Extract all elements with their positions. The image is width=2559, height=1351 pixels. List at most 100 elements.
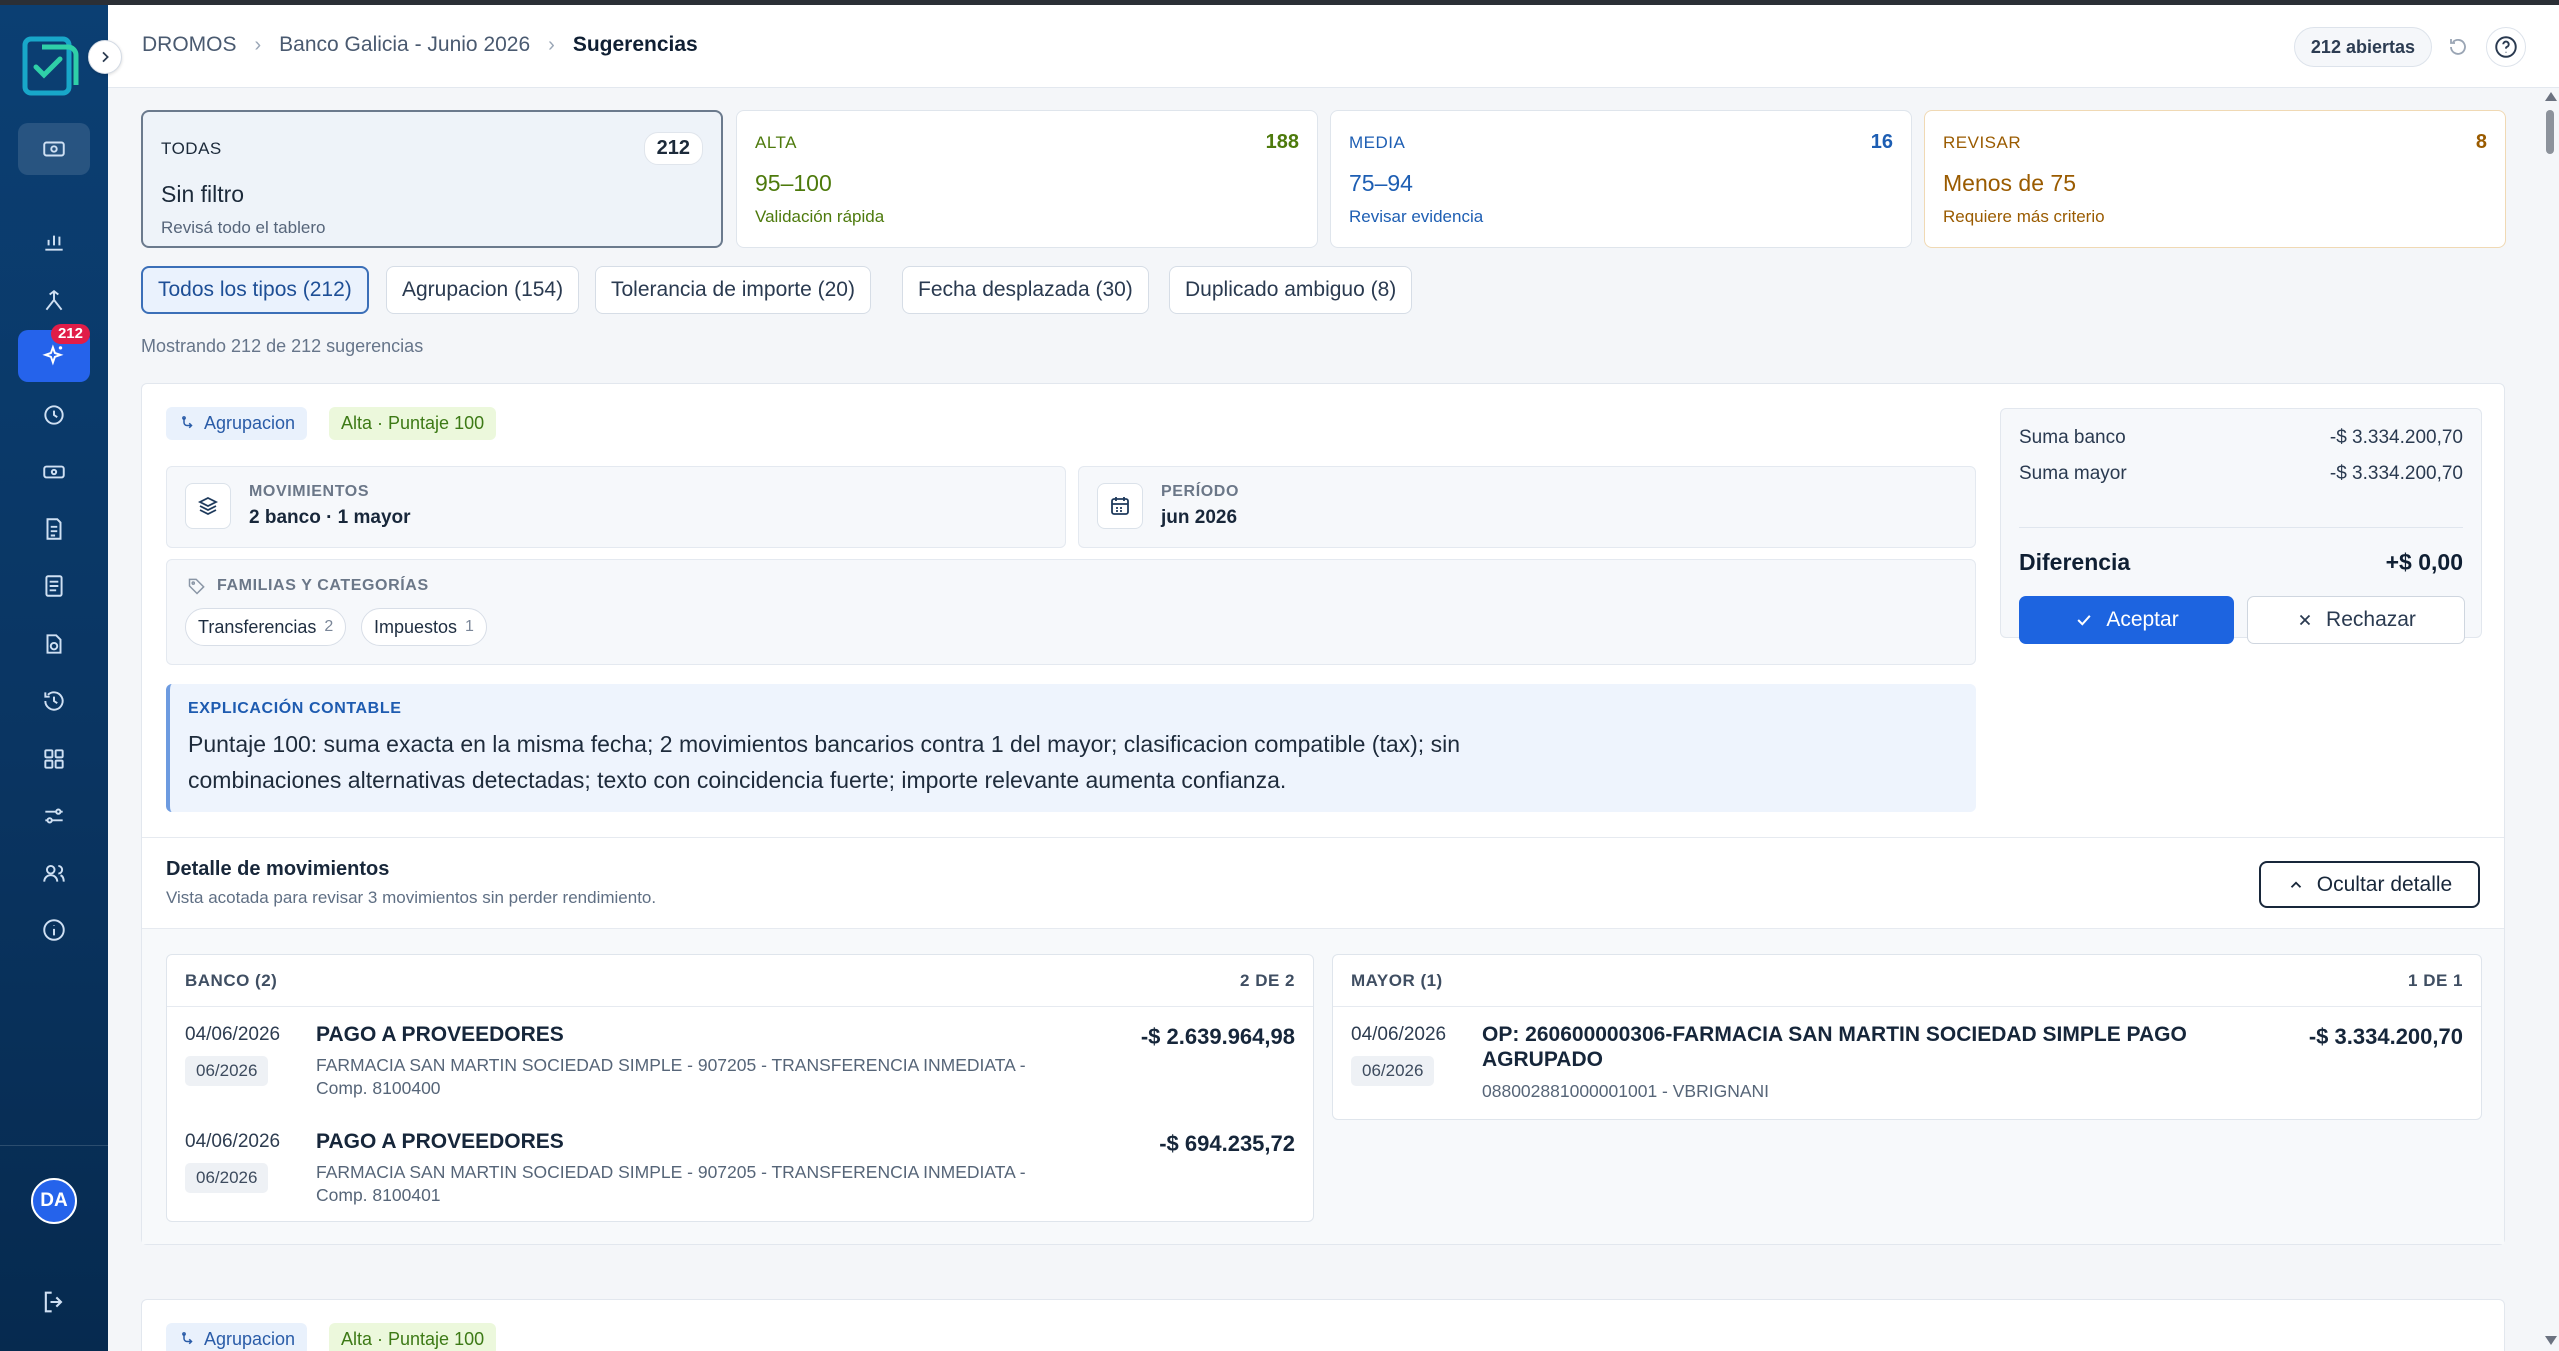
filter-card-todas[interactable]: TODAS 212 Sin filtro Revisá todo el tabl… — [141, 110, 723, 248]
sum-mayor-value: -$ 3.334.200,70 — [2329, 463, 2463, 484]
mayor-panel-count: 1 DE 1 — [2408, 970, 2463, 990]
sidebar-item-banks[interactable] — [18, 123, 90, 175]
scroll-thumb[interactable] — [2546, 110, 2554, 154]
hide-detail-button[interactable]: Ocultar detalle — [2259, 861, 2480, 908]
type-chip-fecha[interactable]: Fecha desplazada (30) — [902, 266, 1149, 314]
mayor-panel-title: MAYOR (1) — [1351, 970, 1443, 990]
type-tag: Agrupacion — [166, 407, 308, 440]
movement-title: PAGO A PROVEEDORES — [316, 1023, 564, 1046]
breadcrumb-separator-icon: › — [548, 33, 555, 56]
filter-label: ALTA — [755, 132, 797, 152]
periodo-box: PERÍODO jun 2026 — [1078, 466, 1976, 548]
filter-subtitle: Requiere más criterio — [1943, 207, 2105, 226]
user-avatar[interactable]: DA — [31, 1178, 77, 1224]
type-tag-label: Agrupacion — [204, 1329, 296, 1349]
sidebar-item-reports[interactable] — [18, 215, 90, 267]
type-tag-label: Agrupacion — [204, 413, 296, 433]
bank-panel-header: BANCO (2) 2 DE 2 — [167, 955, 1313, 1007]
sidebar-item-suggestions[interactable]: 212 — [18, 324, 90, 382]
movement-amount: -$ 694.235,72 — [1159, 1131, 1295, 1156]
bank-movement-row[interactable]: 04/06/2026 06/2026 PAGO A PROVEEDORES FA… — [167, 1115, 1313, 1215]
scroll-up-arrow-icon[interactable] — [2545, 92, 2557, 101]
detail-header: Detalle de movimientos Vista acotada par… — [142, 837, 2504, 929]
tag-icon — [188, 578, 205, 595]
type-chip-duplicado[interactable]: Duplicado ambiguo (8) — [1169, 266, 1413, 314]
sidebar-item-past[interactable] — [18, 675, 90, 727]
families-label-row: FAMILIAS Y CATEGORÍAS — [187, 576, 429, 596]
family-chip-name: Impuestos — [374, 616, 458, 637]
sidebar-item-invoices[interactable] — [18, 503, 90, 555]
movement-period: 06/2026 — [185, 1056, 269, 1086]
top-header: DROMOS › Banco Galicia - Junio 2026 › Su… — [108, 5, 2559, 88]
sidebar-collapse-button[interactable] — [88, 40, 122, 74]
scroll-down-arrow-icon[interactable] — [2545, 1336, 2557, 1345]
breadcrumb-root[interactable]: DROMOS — [142, 33, 237, 57]
mayor-panel-header: MAYOR (1) 1 DE 1 — [1333, 955, 2481, 1007]
accept-label: Aceptar — [2106, 608, 2179, 631]
page-scrollbar[interactable] — [2541, 88, 2559, 1351]
results-count-text: Mostrando 212 de 212 sugerencias — [141, 336, 424, 356]
sidebar-item-merge[interactable] — [18, 275, 90, 327]
sidebar-item-money[interactable] — [18, 446, 90, 498]
sparkle-icon — [42, 344, 64, 366]
sidebar-item-rotate[interactable] — [18, 618, 90, 670]
filter-label: TODAS — [161, 138, 222, 158]
type-chip-all[interactable]: Todos los tipos (212) — [141, 266, 369, 314]
filter-count: 8 — [2475, 131, 2487, 153]
sidebar-item-users[interactable] — [18, 847, 90, 899]
help-button[interactable] — [2486, 27, 2526, 67]
sum-mayor-label: Suma mayor — [2019, 463, 2127, 484]
filter-subtitle: Revisá todo el tablero — [161, 218, 326, 237]
open-count-badge: 212 abiertas — [2293, 27, 2432, 67]
sum-bank-row: Suma banco -$ 3.334.200,70 — [2019, 427, 2463, 449]
breadcrumb: DROMOS › Banco Galicia - Junio 2026 › Su… — [142, 33, 698, 57]
bank-icon — [43, 141, 65, 157]
bank-movement-row[interactable]: 04/06/2026 06/2026 PAGO A PROVEEDORES FA… — [167, 1008, 1313, 1108]
reject-button[interactable]: Rechazar — [2247, 596, 2465, 644]
breadcrumb-separator-icon: › — [254, 33, 262, 56]
suggestion-card: Agrupacion Alta · Puntaje 100 MOVIMIENTO… — [141, 383, 2505, 1245]
family-chip: Impuestos 1 — [361, 608, 487, 646]
accept-button[interactable]: Aceptar — [2019, 596, 2234, 644]
filter-subtitle: Validación rápida — [755, 207, 885, 226]
movimientos-box: MOVIMIENTOS 2 banco · 1 mayor — [166, 466, 1066, 548]
refresh-button[interactable] — [2438, 27, 2478, 67]
bank-panel-title: BANCO (2) — [185, 970, 278, 990]
difference-value: +$ 0,00 — [2385, 549, 2463, 575]
filter-card-media[interactable]: MEDIA 16 75–94 Revisar evidencia — [1330, 110, 1912, 248]
sidebar: 212 DA — [0, 5, 108, 1351]
clock-icon — [44, 405, 64, 425]
sliders-icon — [45, 808, 63, 824]
filter-title: Menos de 75 — [1943, 170, 2076, 196]
sidebar-divider — [0, 1145, 108, 1146]
sum-bank-value: -$ 3.334.200,70 — [2329, 427, 2463, 448]
mayor-movement-row[interactable]: 04/06/2026 06/2026 OP: 260600000306-FARM… — [1333, 1008, 2481, 1108]
type-tag: Agrupacion — [166, 1323, 308, 1351]
users-icon — [43, 864, 65, 882]
sidebar-item-info[interactable] — [18, 904, 90, 956]
sidebar-item-grid[interactable] — [18, 733, 90, 785]
rotate-icon — [46, 634, 62, 654]
movement-date: 04/06/2026 — [185, 1024, 281, 1045]
family-chip-count: 2 — [324, 618, 334, 635]
bank-movements-panel: BANCO (2) 2 DE 2 04/06/2026 06/2026 PAGO… — [166, 954, 1314, 1222]
filter-card-alta[interactable]: ALTA 188 95–100 Validación rápida — [736, 110, 1318, 248]
sidebar-item-ledger[interactable] — [18, 560, 90, 612]
sidebar-item-settings[interactable] — [18, 790, 90, 842]
calendar-icon-wrap — [1097, 483, 1143, 529]
mayor-movements-panel: MAYOR (1) 1 DE 1 04/06/2026 06/2026 OP: … — [1332, 954, 2482, 1120]
filter-card-revisar[interactable]: REVISAR 8 Menos de 75 Requiere más crite… — [1924, 110, 2506, 248]
link-icon — [182, 415, 193, 428]
breadcrumb-period[interactable]: Banco Galicia - Junio 2026 — [279, 33, 530, 57]
logout-icon[interactable] — [40, 1288, 68, 1316]
suggestions-badge: 212 — [50, 324, 90, 344]
type-chip-tolerancia[interactable]: Tolerancia de importe (20) — [595, 266, 871, 314]
type-chip-agrupacion[interactable]: Agrupacion (154) — [386, 266, 580, 314]
movement-amount: -$ 2.639.964,98 — [1140, 1024, 1295, 1049]
sidebar-item-history[interactable] — [18, 389, 90, 441]
filter-title: Sin filtro — [161, 181, 245, 207]
calendar-icon — [1111, 497, 1129, 515]
hide-detail-label: Ocultar detalle — [2316, 872, 2453, 896]
chevron-up-icon — [2290, 880, 2301, 888]
filter-title: 75–94 — [1349, 170, 1413, 196]
